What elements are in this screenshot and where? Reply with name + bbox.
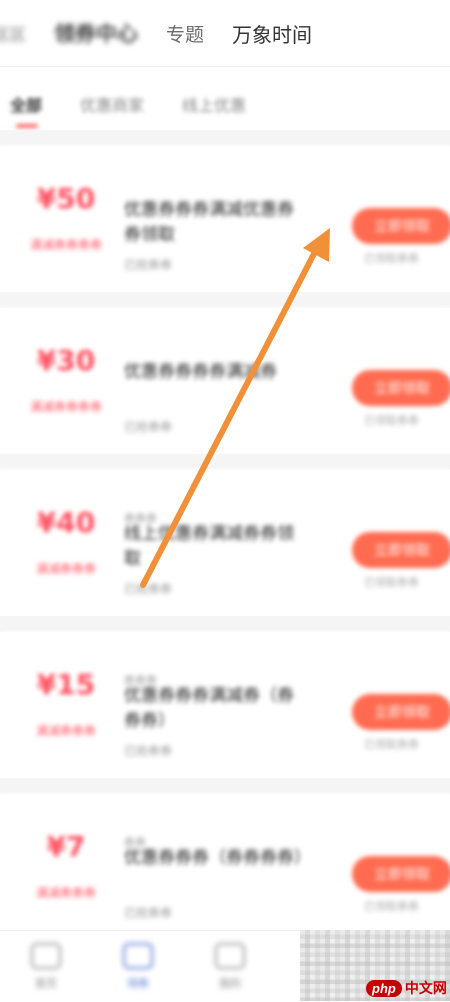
filter-tab-online[interactable]: 线上优惠 bbox=[182, 80, 246, 116]
coupon-title: 优惠券券券满减优惠券券领取 bbox=[124, 200, 294, 245]
claim-note: 已领取券券 bbox=[364, 738, 419, 751]
coupon-condition: 满减券券券券 bbox=[29, 400, 102, 414]
coupon-card[interactable]: ¥7 满减券券券 券券 优惠券券券（券券券券） 已抢券券 立即领取 已领取券券 bbox=[0, 794, 450, 940]
home-icon bbox=[31, 943, 61, 969]
coupon-title: 线上优惠券满减券券领取 bbox=[124, 524, 294, 569]
nav-label: 领券 bbox=[127, 977, 149, 990]
tab-coupon-center[interactable]: 领券中心 bbox=[40, 18, 152, 48]
coupon-subtext: 已抢券券 bbox=[124, 258, 173, 272]
list-divider bbox=[0, 454, 450, 470]
claim-button[interactable]: 立即领取 bbox=[352, 208, 450, 244]
coupon-card[interactable]: ¥15 满减券券券 券券券 优惠券券券满减券（券券券） 已抢券券 立即领取 已领… bbox=[0, 632, 450, 778]
claim-note: 已领取券券 bbox=[364, 252, 419, 265]
coupon-amount: ¥7 bbox=[46, 830, 86, 863]
coupon-condition: 满减券券券券 bbox=[29, 238, 102, 252]
watermark-text: 中文网 bbox=[404, 980, 447, 996]
coupon-title: 优惠券券券满减券（券券券） bbox=[124, 686, 294, 731]
claim-button[interactable]: 立即领取 bbox=[352, 370, 450, 406]
nav-item-mine[interactable]: 我的 bbox=[184, 931, 276, 1002]
tab-left[interactable]: 区区 bbox=[0, 21, 40, 45]
user-icon bbox=[215, 943, 245, 969]
coupon-condition: 满减券券券 bbox=[35, 886, 96, 900]
watermark-logo: php bbox=[366, 979, 402, 997]
filter-tab-merchants[interactable]: 优惠商家 bbox=[80, 80, 144, 116]
claim-note: 已领取券券 bbox=[364, 900, 419, 913]
claim-button[interactable]: 立即领取 bbox=[352, 856, 450, 892]
coupon-condition: 满减券券券 bbox=[35, 562, 96, 576]
nav-item-home[interactable]: 首页 bbox=[0, 931, 92, 1002]
list-divider bbox=[0, 778, 450, 794]
coupon-amount: ¥30 bbox=[36, 344, 96, 377]
nav-label: 我的 bbox=[219, 977, 241, 990]
filter-tab-all[interactable]: 全部 bbox=[10, 80, 42, 128]
coupon-subtext: 已抢券券 bbox=[124, 420, 173, 434]
list-divider bbox=[0, 616, 450, 632]
coupon-amount: ¥40 bbox=[36, 506, 96, 539]
claim-button[interactable]: 立即领取 bbox=[352, 532, 450, 568]
coupon-subtext: 已抢券券 bbox=[124, 906, 173, 920]
claim-note: 已领取券券 bbox=[364, 414, 419, 427]
coupon-condition: 满减券券券 bbox=[35, 724, 96, 738]
claim-button[interactable]: 立即领取 bbox=[352, 694, 450, 730]
coupon-subtext: 已抢券券 bbox=[124, 582, 173, 596]
coupon-subtext: 已抢券券 bbox=[124, 744, 173, 758]
tab-wanxiang-time[interactable]: 万象时间 bbox=[218, 19, 326, 48]
coupon-card[interactable]: ¥40 满减券券券 券券券 线上优惠券满减券券领取 已抢券券 立即领取 已领取券… bbox=[0, 470, 450, 616]
coupon-icon bbox=[123, 943, 153, 969]
coupon-list: ¥50 满减券券券券 优惠券券券满减优惠券券领取 已抢券券 立即领取 已领取券券… bbox=[0, 130, 450, 956]
coupon-title: 优惠券券券（券券券券） bbox=[124, 848, 311, 868]
tab-topics[interactable]: 专题 bbox=[152, 20, 218, 47]
list-divider bbox=[0, 130, 450, 146]
list-divider bbox=[0, 292, 450, 308]
coupon-title: 优惠券券券券满减券 bbox=[124, 362, 277, 382]
coupon-amount: ¥15 bbox=[36, 668, 96, 701]
coupon-card[interactable]: ¥50 满减券券券券 优惠券券券满减优惠券券领取 已抢券券 立即领取 已领取券券 bbox=[0, 146, 450, 292]
claim-note: 已领取券券 bbox=[364, 576, 419, 589]
coupon-card[interactable]: ¥30 满减券券券券 优惠券券券券满减券 已抢券券 立即领取 已领取券券 bbox=[0, 308, 450, 454]
top-tab-bar: 区区 领券中心 专题 万象时间 bbox=[0, 0, 450, 67]
coupon-amount: ¥50 bbox=[36, 182, 96, 215]
watermark: php 中文网 bbox=[366, 978, 447, 998]
nav-label: 首页 bbox=[35, 977, 57, 990]
nav-item-coupons[interactable]: 领券 bbox=[92, 931, 184, 1002]
